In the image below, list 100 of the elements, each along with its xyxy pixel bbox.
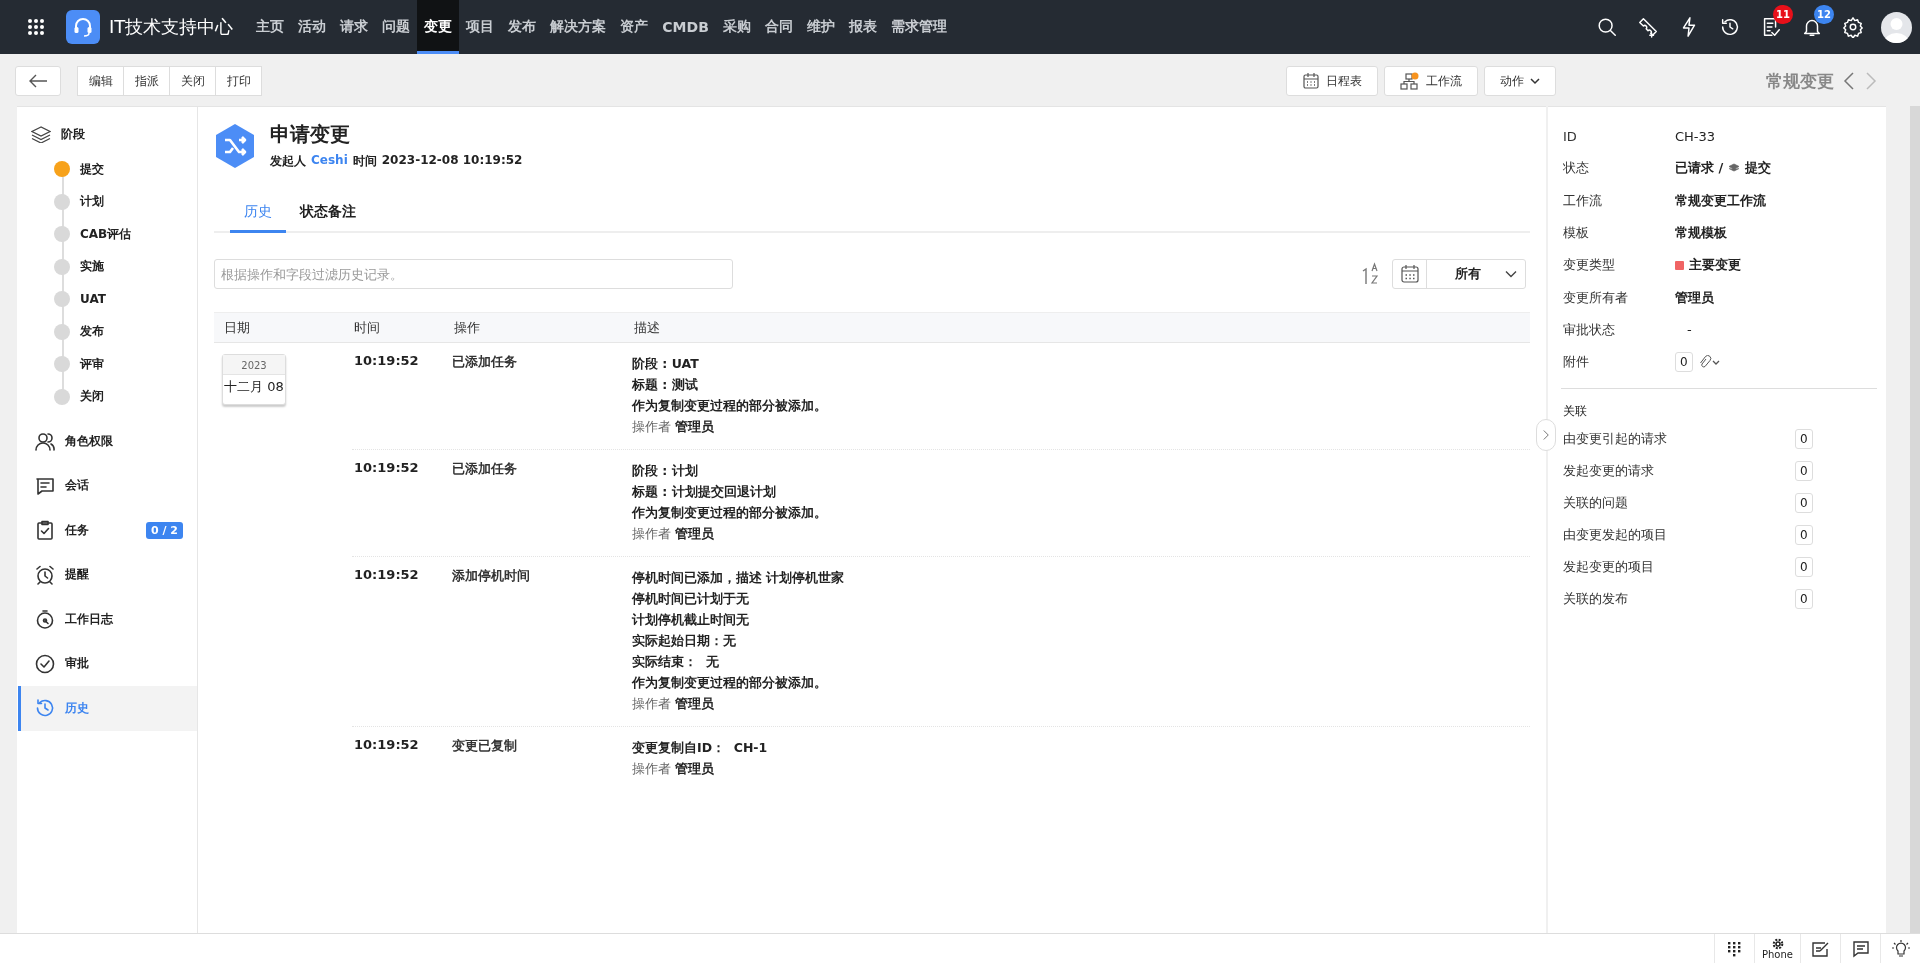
nav-tab[interactable]: 维护 [799, 0, 842, 54]
sidebar-item[interactable]: 角色权限 [18, 419, 197, 464]
back-button[interactable] [15, 66, 61, 96]
created-time: 2023-12-08 10:19:52 [381, 153, 523, 169]
nav-tab[interactable]: 主页 [249, 0, 292, 54]
action-cell-text: 已添加任务 [452, 460, 518, 478]
sidebar-item[interactable]: 审批 [18, 641, 197, 686]
description-line: 计划停机截止时间无 [632, 611, 750, 629]
actions-dropdown[interactable]: 动作 [1484, 66, 1556, 96]
nav-tab[interactable]: 合同 [757, 0, 800, 54]
nav-tab[interactable]: 采购 [715, 0, 758, 54]
toolbar-button[interactable]: 关闭 [169, 66, 216, 96]
action-cell-text: 添加停机时间 [452, 567, 531, 585]
stage-label: 计划 [80, 193, 104, 211]
related-label: 关联的问题 [1563, 494, 1629, 513]
action-cell-text: 变更已复制 [452, 737, 518, 755]
stage-label: 评审 [80, 355, 104, 373]
nav-tab[interactable]: 发布 [501, 0, 544, 54]
sidebar-item[interactable]: 提醒 [18, 552, 197, 597]
workflow-button[interactable]: 工作流 [1384, 66, 1478, 96]
gear-icon [1771, 937, 1784, 950]
description-line: 作为复制变更过程的部分被添加。 [632, 397, 828, 415]
nav-tab[interactable]: 项目 [459, 0, 502, 54]
field-label: 工作流 [1563, 191, 1603, 210]
record-title: 申请变更 [270, 121, 351, 148]
chat-icon [1851, 939, 1870, 958]
toolbar-button[interactable]: 编辑 [77, 66, 124, 96]
description-line: 作为复制变更过程的部分被添加。 [632, 674, 828, 692]
field-value: 常规变更工作流 [1675, 191, 1766, 210]
compose-icon [1810, 939, 1831, 958]
user-avatar[interactable] [1881, 11, 1912, 43]
time-label: 时间 [352, 153, 377, 170]
operator-label: 操作者 [632, 760, 671, 778]
field-value: - [1687, 322, 1692, 338]
calendar-button[interactable]: 日程表 [1286, 66, 1378, 96]
search-icon [1596, 16, 1618, 38]
layers-icon [31, 125, 51, 143]
scrollbar[interactable] [1910, 106, 1920, 933]
back-arrow-icon [28, 74, 48, 88]
related-count: 0 [1795, 589, 1813, 610]
toolbar-button[interactable]: 指派 [123, 66, 170, 96]
nav-tab[interactable]: 解决方案 [543, 0, 614, 54]
related-count: 0 [1795, 493, 1813, 514]
related-label: 发起变更的项目 [1563, 558, 1655, 577]
stage-label: 实施 [80, 258, 104, 276]
nav-tab[interactable]: 报表 [841, 0, 884, 54]
attachment-count: 0 [1675, 352, 1693, 373]
collapse-handle[interactable] [1536, 419, 1556, 451]
tab[interactable]: 历史 [230, 194, 286, 233]
column-header: 描述 [634, 318, 661, 337]
nav-tab[interactable]: 资产 [613, 0, 656, 54]
action-cell-text: 已添加任务 [452, 353, 518, 371]
headset-logo-icon [66, 10, 100, 44]
requester-link[interactable]: Ceshi [311, 153, 348, 170]
apps-grid-icon [26, 17, 46, 37]
chevron-right-icon [1543, 428, 1549, 442]
layers-icon [1728, 163, 1741, 174]
nav-tab[interactable]: CMDB [655, 0, 716, 54]
section-title: 阶段 [61, 125, 85, 143]
field-label: 附件 [1563, 353, 1590, 372]
time-cell-text: 10:19:52 [353, 567, 420, 584]
sidebar-item[interactable]: 工作日志 [18, 597, 197, 642]
field-label: ID [1563, 128, 1578, 144]
tab[interactable]: 状态备注 [286, 194, 370, 233]
operator-label: 操作者 [632, 695, 671, 713]
operator-label: 操作者 [632, 418, 671, 436]
time-cell-text: 10:19:52 [353, 460, 420, 477]
field-label: 状态 [1563, 159, 1590, 178]
paperclip-dropdown-icon [1697, 355, 1720, 370]
field-label: 变更类型 [1563, 256, 1616, 275]
nav-tab[interactable]: 变更 [417, 0, 460, 54]
workflow-icon [1400, 72, 1420, 90]
related-count: 0 [1795, 429, 1813, 450]
nav-tab[interactable]: 问题 [375, 0, 418, 54]
people-icon [35, 431, 55, 452]
count-badge: 0 / 2 [146, 521, 183, 539]
description-line: 阶段 : UAT [632, 355, 700, 373]
history-icon [35, 698, 55, 719]
toolbar-button[interactable]: 打印 [215, 66, 262, 96]
requester-label: 发起人 [270, 153, 306, 170]
time-cell-text: 10:19:52 [353, 737, 420, 754]
check-circle-icon [35, 653, 55, 674]
settings-icon [1842, 16, 1864, 38]
description-line: 阶段 : 计划 [632, 462, 699, 480]
related-label: 发起变更的请求 [1563, 462, 1655, 481]
stage-label: CAB评估 [80, 225, 132, 243]
alarm-clock-icon [35, 564, 55, 585]
nav-tab[interactable]: 需求管理 [883, 0, 954, 54]
filter-field[interactable]: 根据操作和字段过滤历史记录。 [214, 259, 733, 289]
stage-value: 提交 [1745, 159, 1772, 178]
field-label: 审批状态 [1563, 320, 1616, 339]
related-label: 关联的发布 [1563, 590, 1629, 609]
sidebar-item[interactable]: 任务 0 / 2 [18, 508, 197, 553]
stopwatch-icon [35, 609, 55, 630]
sidebar-item[interactable]: 会话 [18, 463, 197, 508]
count-badge: 12 [1814, 5, 1834, 24]
clipboard-check-icon [35, 520, 55, 541]
nav-tab[interactable]: 请求 [333, 0, 376, 54]
dialpad-icon [1726, 940, 1743, 957]
nav-tab[interactable]: 活动 [291, 0, 334, 54]
